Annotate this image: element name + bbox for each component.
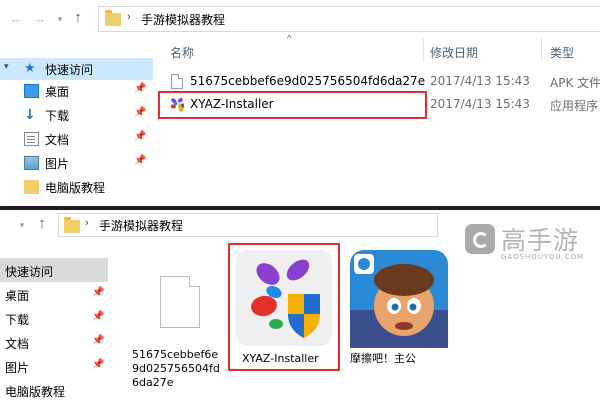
pin-icon[interactable]: 📌 (92, 359, 104, 370)
sidebar-item-downloads[interactable]: ↓ 下载 📌 (0, 104, 153, 126)
sidebar-item-desktop[interactable]: 桌面 📌 (0, 80, 153, 102)
column-divider[interactable] (541, 38, 542, 62)
download-icon: ↓ (24, 107, 36, 123)
highlight-box (228, 243, 340, 371)
file-list: ^ 名称 修改日期 类型 51675cebbef6e9d025756504fd6… (153, 34, 600, 206)
up-arrow-icon[interactable]: ↑ (70, 9, 86, 27)
sidebar-item-pc-tutorial[interactable]: 电脑版教程 (0, 378, 108, 400)
pictures-icon (24, 156, 39, 170)
file-date: 2017/4/13 15:43 (430, 97, 530, 111)
pin-icon[interactable]: 📌 (134, 83, 146, 94)
address-path[interactable]: 手游模拟器教程 (99, 217, 183, 234)
column-header-date[interactable]: 修改日期 (430, 44, 478, 61)
path-separator-icon: › (127, 11, 131, 23)
navigation-bar: ← → ▾ ↑ › 手游模拟器教程 (0, 0, 600, 38)
sidebar-item-pictures[interactable]: 图片 📌 (0, 354, 108, 378)
sidebar-item-quick-access[interactable]: ▾ ★ 快速访问 (0, 58, 153, 80)
watermark: 高手游 GAOSHOUYOU.COM (465, 224, 595, 268)
file-row[interactable]: 51675cebbef6e9d025756504fd6da27e 2017/4/… (153, 71, 600, 92)
tile-caption: 51675cebbef6e 9d025756504fd 6da27e (132, 348, 226, 390)
folder-icon (64, 217, 80, 233)
pin-icon[interactable]: 📌 (134, 155, 146, 166)
address-bar[interactable]: › 手游模拟器教程 (98, 6, 600, 32)
pin-icon[interactable]: 📌 (92, 311, 104, 322)
caption-line: 51675cebbef6e (132, 348, 219, 361)
game-app-icon (350, 250, 448, 348)
pin-icon[interactable]: 📌 (134, 107, 146, 118)
column-divider[interactable] (423, 38, 424, 62)
desktop-icon (24, 84, 39, 98)
column-header-type[interactable]: 类型 (550, 44, 574, 61)
pin-icon[interactable]: 📌 (92, 335, 104, 346)
sidebar-item-documents[interactable]: 文档 📌 (0, 330, 108, 354)
path-separator-icon: › (85, 217, 89, 229)
sidebar-item-desktop[interactable]: 桌面 📌 (0, 282, 108, 306)
caption-line: 6da27e (132, 376, 174, 389)
forward-arrow-icon[interactable]: → (32, 11, 48, 27)
sidebar-item-label: 快速访问 (45, 63, 94, 77)
sidebar-item-label: 文档 (5, 337, 30, 351)
tile-caption: 摩擦吧！主公 (350, 352, 450, 366)
sidebar-item-pictures[interactable]: 图片 📌 (0, 152, 153, 174)
sidebar-item-label: 图片 (45, 157, 70, 171)
file-icon (171, 74, 183, 89)
sidebar-item-pc-tutorial[interactable]: 电脑版教程 (0, 176, 153, 198)
recent-locations-chevron-icon[interactable]: ▾ (54, 11, 66, 27)
file-type: APK 文件 (550, 76, 600, 90)
pin-icon[interactable]: 📌 (92, 287, 104, 298)
watermark-logo-icon (465, 224, 495, 254)
sidebar-item-downloads[interactable]: 下载 📌 (0, 306, 108, 330)
file-date: 2017/4/13 15:43 (430, 74, 530, 88)
caption-line: 摩擦吧！主公 (350, 352, 416, 365)
address-path[interactable]: 手游模拟器教程 (141, 11, 225, 28)
expand-caret-icon[interactable]: ▾ (4, 62, 9, 72)
sidebar-item-label: 下载 (45, 109, 70, 123)
sidebar-item-label: 电脑版教程 (5, 385, 66, 399)
sidebar-item-label: 桌面 (5, 289, 30, 303)
highlight-box (158, 91, 427, 119)
watermark-name: 高手游 (501, 226, 580, 255)
watermark-domain: GAOSHOUYOU.COM (501, 253, 585, 261)
up-arrow-icon[interactable]: ↑ (34, 215, 50, 233)
file-name: 51675cebbef6e9d025756504fd6da27e (190, 74, 426, 88)
sidebar-item-label: 文档 (45, 133, 70, 147)
folder-icon (105, 10, 121, 26)
pin-icon[interactable]: 📌 (134, 131, 146, 142)
star-icon: ★ (24, 61, 36, 76)
folder-icon (24, 180, 39, 194)
blank-file-icon (160, 276, 200, 328)
sidebar-item-label: 快速访问 (5, 265, 54, 279)
sidebar-item-label: 下载 (5, 313, 30, 327)
sidebar-item-quick-access[interactable]: 快速访问 (0, 258, 108, 282)
file-tile-apk[interactable]: 51675cebbef6e 9d025756504fd 6da27e (128, 250, 226, 400)
sidebar-item-documents[interactable]: 文档 📌 (0, 128, 153, 150)
top-explorer-window: ← → ▾ ↑ › 手游模拟器教程 ▾ ★ 快速访问 桌面 📌 ↓ 下载 📌 文… (0, 0, 600, 206)
navigation-pane: 快速访问 桌面 📌 下载 📌 文档 📌 图片 📌 电脑版教程 (0, 256, 108, 400)
document-icon (24, 132, 39, 146)
file-type: 应用程序 (550, 99, 599, 113)
address-bar[interactable]: › 手游模拟器教程 (58, 213, 438, 237)
sidebar-item-label: 电脑版教程 (45, 181, 106, 195)
sidebar-item-label: 桌面 (45, 85, 70, 99)
navigation-pane: ▾ ★ 快速访问 桌面 📌 ↓ 下载 📌 文档 📌 图片 📌 电脑版教程 (0, 38, 153, 206)
sidebar-item-label: 图片 (5, 361, 30, 375)
back-arrow-icon[interactable]: ← (8, 11, 24, 27)
caption-line: 9d025756504fd (132, 362, 220, 375)
file-tile-game[interactable]: 摩擦吧！主公 (346, 248, 452, 368)
sort-ascending-icon: ^ (287, 34, 292, 45)
recent-locations-chevron-icon[interactable]: ▾ (16, 217, 28, 233)
column-header-name[interactable]: 名称 (170, 44, 194, 61)
